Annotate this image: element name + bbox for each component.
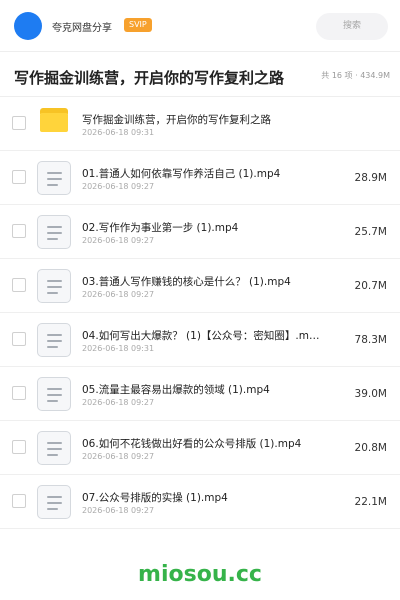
item-count-size: 共 16 项 · 434.9M — [321, 71, 390, 80]
item-name: 写作掘金训练营，开启你的写作复利之路 — [82, 114, 271, 126]
item-date: 2026-06-18 09:27 — [82, 182, 155, 191]
item-date: 2026-06-18 09:27 — [82, 236, 155, 245]
item-size: 78.3M — [354, 334, 387, 346]
top-header: 夸克网盘分享 SVIP 搜索 — [0, 0, 400, 52]
item-name: 07.公众号排版的实操 (1).mp4 — [82, 492, 228, 504]
item-size: 20.7M — [354, 280, 387, 292]
item-name: 04.如何写出大爆款？ (1)【公众号：密知圈】.mp4 — [82, 330, 322, 342]
document-icon — [37, 485, 71, 519]
list-item[interactable]: 02.写作作为事业第一步 (1).mp4 2026-06-18 09:27 25… — [0, 205, 400, 259]
item-name: 05.流量主最容易出爆款的领域 (1).mp4 — [82, 384, 270, 396]
item-date: 2026-06-18 09:31 — [82, 344, 155, 353]
document-icon — [37, 215, 71, 249]
list-item[interactable]: 04.如何写出大爆款？ (1)【公众号：密知圈】.mp4 2026-06-18 … — [0, 313, 400, 367]
item-name: 03.普通人写作赚钱的核心是什么？ (1).mp4 — [82, 276, 291, 288]
page-title: 写作掘金训练营，开启你的写作复利之路 — [14, 69, 285, 87]
item-size: 22.1M — [354, 496, 387, 508]
item-size: 25.7M — [354, 226, 387, 238]
watermark: miosou.cc — [138, 562, 262, 587]
list-item[interactable]: 01.普通人如何依靠写作养活自己 (1).mp4 2026-06-18 09:2… — [0, 151, 400, 205]
item-checkbox[interactable] — [12, 170, 26, 184]
item-date: 2026-06-18 09:27 — [82, 506, 155, 515]
document-icon — [37, 377, 71, 411]
list-item[interactable]: 05.流量主最容易出爆款的领域 (1).mp4 2026-06-18 09:27… — [0, 367, 400, 421]
avatar[interactable] — [14, 12, 42, 40]
search-input[interactable]: 搜索 — [316, 13, 388, 40]
item-size: 39.0M — [354, 388, 387, 400]
item-name: 02.写作作为事业第一步 (1).mp4 — [82, 222, 239, 234]
file-list: 写作掘金训练营，开启你的写作复利之路 2026-06-18 09:31 01.普… — [0, 97, 400, 529]
document-icon — [37, 323, 71, 357]
item-checkbox[interactable] — [12, 224, 26, 238]
list-item[interactable]: 03.普通人写作赚钱的核心是什么？ (1).mp4 2026-06-18 09:… — [0, 259, 400, 313]
document-icon — [37, 161, 71, 195]
item-name: 06.如何不花钱做出好看的公众号排版 (1).mp4 — [82, 438, 302, 450]
svip-badge: SVIP — [124, 18, 152, 32]
item-date: 2026-06-18 09:27 — [82, 452, 155, 461]
item-checkbox[interactable] — [12, 278, 26, 292]
document-icon — [37, 269, 71, 303]
list-item[interactable]: 写作掘金训练营，开启你的写作复利之路 2026-06-18 09:31 — [0, 97, 400, 151]
item-date: 2026-06-18 09:27 — [82, 290, 155, 299]
item-size: 20.8M — [354, 442, 387, 454]
list-item[interactable]: 07.公众号排版的实操 (1).mp4 2026-06-18 09:27 22.… — [0, 475, 400, 529]
item-date: 2026-06-18 09:31 — [82, 128, 155, 137]
document-icon — [37, 431, 71, 465]
item-checkbox[interactable] — [12, 386, 26, 400]
app-name: 夸克网盘分享 — [52, 23, 112, 34]
item-size: 28.9M — [354, 172, 387, 184]
item-checkbox[interactable] — [12, 116, 26, 130]
item-date: 2026-06-18 09:27 — [82, 398, 155, 407]
item-checkbox[interactable] — [12, 494, 26, 508]
item-checkbox[interactable] — [12, 440, 26, 454]
item-checkbox[interactable] — [12, 332, 26, 346]
item-name: 01.普通人如何依靠写作养活自己 (1).mp4 — [82, 168, 281, 180]
list-item[interactable]: 06.如何不花钱做出好看的公众号排版 (1).mp4 2026-06-18 09… — [0, 421, 400, 475]
folder-title-bar: 写作掘金训练营，开启你的写作复利之路 共 16 项 · 434.9M — [0, 53, 400, 97]
folder-icon — [40, 108, 68, 132]
